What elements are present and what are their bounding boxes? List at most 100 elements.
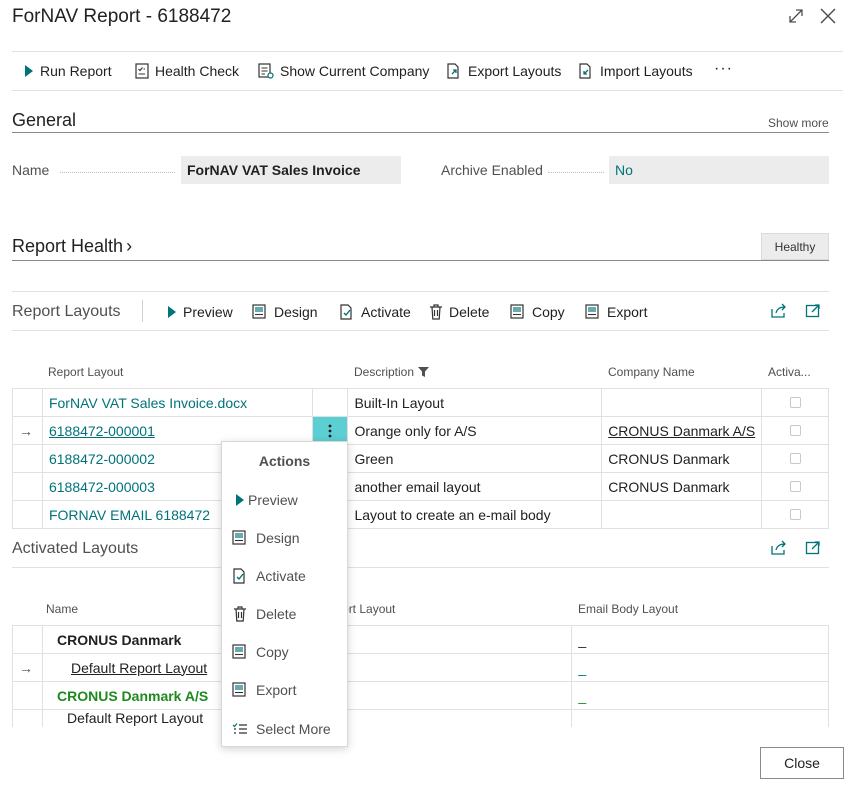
activate-button[interactable]: Activate — [339, 304, 411, 320]
column-report-layout[interactable]: Report Layout — [48, 365, 123, 379]
activated-checkbox[interactable] — [789, 425, 801, 436]
run-report-button[interactable]: Run Report — [24, 63, 112, 79]
menu-item-delete[interactable]: Delete — [232, 606, 296, 622]
action-bar: Run Report Health Check Show Current Com… — [12, 51, 843, 91]
email-body-cell[interactable]: _ — [571, 653, 829, 682]
general-divider — [12, 132, 829, 133]
company-cell[interactable]: CRONUS Danmark — [601, 444, 763, 473]
show-current-company-button[interactable]: Show Current Company — [258, 63, 429, 79]
more-actions-button[interactable]: ··· — [714, 60, 733, 78]
copy-icon — [510, 304, 532, 320]
close-button[interactable]: Close — [760, 747, 844, 779]
share-icon[interactable] — [770, 303, 788, 319]
menu-item-preview[interactable]: Preview — [232, 492, 298, 508]
column-description[interactable]: Description — [354, 365, 430, 379]
play-icon — [167, 306, 183, 318]
copy-button[interactable]: Copy — [510, 304, 565, 320]
health-check-button[interactable]: Health Check — [135, 63, 239, 79]
filter-icon — [418, 367, 430, 377]
open-in-new-window-icon[interactable] — [805, 303, 821, 319]
activate-icon — [339, 304, 361, 320]
description-cell[interactable]: Orange only for A/S — [347, 416, 603, 445]
archive-enabled-label: Archive Enabled — [441, 162, 543, 178]
activated-cell[interactable] — [761, 444, 829, 473]
table-row[interactable]: → 6188472-000001 Orange only for A/S CRO… — [12, 416, 829, 445]
export-icon — [446, 63, 468, 79]
health-check-icon — [135, 63, 155, 79]
row-indicator — [12, 472, 43, 501]
activated-checkbox[interactable] — [789, 453, 801, 464]
import-icon — [578, 63, 600, 79]
table-row[interactable]: FORNAV EMAIL 6188472 Layout to create an… — [12, 500, 829, 529]
table-row[interactable]: 6188472-000003 another email layout CRON… — [12, 472, 829, 501]
row-indicator — [12, 444, 43, 473]
select-list-icon — [232, 722, 256, 736]
activated-cell[interactable] — [761, 388, 829, 417]
share-icon[interactable] — [770, 540, 788, 556]
menu-item-activate[interactable]: Activate — [232, 568, 306, 584]
layouts-top-divider — [12, 291, 829, 292]
company-cell[interactable]: CRONUS Danmark A/S — [601, 416, 763, 445]
menu-item-design[interactable]: Design — [232, 530, 300, 546]
design-button[interactable]: Design — [252, 304, 318, 320]
export-layouts-button[interactable]: Export Layouts — [446, 63, 561, 79]
open-in-new-window-icon[interactable] — [805, 540, 821, 556]
activated-checkbox[interactable] — [789, 481, 801, 492]
column-company-name[interactable]: Company Name — [608, 365, 695, 379]
import-layouts-button[interactable]: Import Layouts — [578, 63, 693, 79]
expand-icon[interactable] — [786, 6, 806, 26]
activated-layouts-title[interactable]: Activated Layouts — [12, 540, 138, 558]
description-cell[interactable]: another email layout — [347, 472, 603, 501]
menu-item-select-more[interactable]: Select More — [232, 721, 331, 737]
company-cell[interactable] — [601, 500, 763, 529]
email-body-cell[interactable] — [571, 709, 829, 728]
report-layouts-title[interactable]: Report Layouts — [12, 303, 121, 321]
trash-icon — [429, 304, 449, 320]
archive-enabled-field[interactable]: No — [609, 156, 829, 184]
column-email-body-layout[interactable]: Email Body Layout — [578, 602, 678, 616]
name-label: Name — [12, 162, 50, 178]
delete-button[interactable]: Delete — [429, 304, 489, 320]
description-cell[interactable]: Green — [347, 444, 603, 473]
email-body-cell[interactable]: _ — [571, 681, 829, 710]
column-activated[interactable]: Activa... — [768, 365, 811, 379]
description-cell[interactable]: Layout to create an e-mail body — [347, 500, 603, 529]
archive-leader-dots — [548, 172, 604, 173]
table-row[interactable]: Default Report Layout — [12, 709, 829, 728]
vertical-dots-icon — [328, 424, 332, 437]
layout-name-link[interactable]: ForNAV VAT Sales Invoice.docx — [41, 388, 313, 417]
activated-checkbox[interactable] — [789, 397, 801, 408]
description-cell[interactable]: Built-In Layout — [347, 388, 603, 417]
table-row[interactable]: → Default Report Layout _ — [12, 653, 829, 682]
menu-item-copy[interactable]: Copy — [232, 644, 289, 660]
row-indicator-arrow: → — [12, 416, 43, 445]
table-row[interactable]: ForNAV VAT Sales Invoice.docx Built-In L… — [12, 388, 829, 417]
company-cell[interactable]: CRONUS Danmark — [601, 472, 763, 501]
general-section-title[interactable]: General — [12, 110, 76, 131]
activated-cell[interactable] — [761, 472, 829, 501]
preview-button[interactable]: Preview — [167, 304, 233, 320]
menu-item-export[interactable]: Export — [232, 682, 296, 698]
column-name[interactable]: Name — [46, 602, 78, 616]
show-more-button[interactable]: Show more — [768, 116, 829, 130]
trash-icon — [232, 606, 256, 622]
export-button[interactable]: Export — [585, 304, 647, 320]
close-icon[interactable] — [818, 6, 838, 26]
activated-checkbox[interactable] — [789, 509, 801, 520]
table-row[interactable]: 6188472-000002 Green CRONUS Danmark — [12, 444, 829, 473]
email-body-cell[interactable]: _ — [571, 625, 829, 654]
table-row[interactable]: CRONUS Danmark _ — [12, 625, 829, 654]
chevron-right-icon: › — [126, 236, 133, 256]
company-report-icon — [258, 63, 280, 79]
row-indicator — [12, 625, 43, 654]
copy-icon — [232, 644, 256, 660]
name-field[interactable]: ForNAV VAT Sales Invoice — [181, 156, 401, 184]
design-icon — [252, 304, 274, 320]
export-icon — [585, 304, 607, 320]
row-indicator — [12, 500, 43, 529]
activated-cell[interactable] — [761, 416, 829, 445]
activated-cell[interactable] — [761, 500, 829, 529]
table-row[interactable]: CRONUS Danmark A/S _ — [12, 681, 829, 710]
company-cell[interactable] — [601, 388, 763, 417]
report-health-title[interactable]: Report Health › — [12, 236, 132, 257]
